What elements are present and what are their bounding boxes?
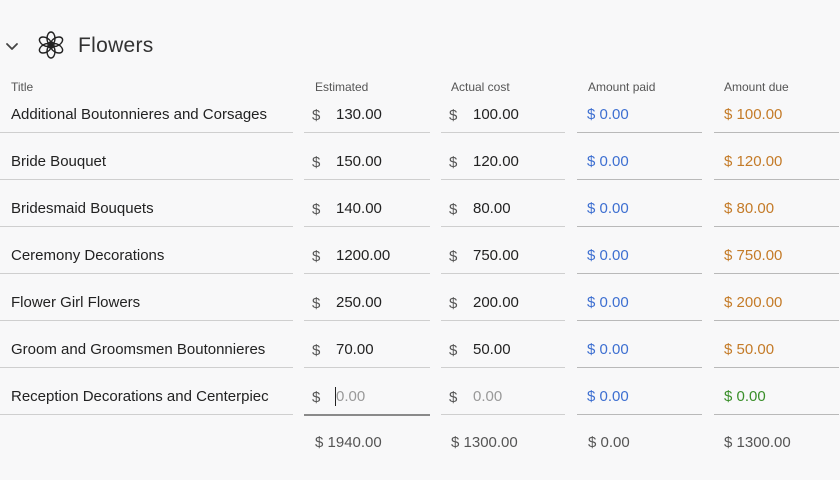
- estimated-input[interactable]: $150.00: [304, 147, 430, 180]
- title-field[interactable]: Bridesmaid Bouquets: [0, 194, 293, 227]
- column-header-title: Title: [11, 80, 34, 94]
- column-header-due: Amount due: [724, 80, 789, 94]
- column-header-actual: Actual cost: [451, 80, 510, 94]
- amount-due-value: $ 50.00: [714, 335, 839, 368]
- amount-paid-field[interactable]: $ 0.00: [577, 382, 702, 415]
- estimated-input[interactable]: $140.00: [304, 194, 430, 227]
- amount-due-value: $ 100.00: [714, 100, 839, 133]
- chevron-down-icon[interactable]: [4, 38, 20, 54]
- total-actual: $ 1300.00: [451, 434, 518, 451]
- amount-due-value: $ 200.00: [714, 288, 839, 321]
- title-field[interactable]: Additional Boutonnieres and Corsages: [0, 100, 293, 133]
- section-header: Flowers: [0, 28, 840, 68]
- amount-paid-field[interactable]: $ 0.00: [577, 288, 702, 321]
- total-due: $ 1300.00: [724, 434, 791, 451]
- column-header-paid: Amount paid: [588, 80, 656, 94]
- amount-due-value: $ 120.00: [714, 147, 839, 180]
- amount-due-value: $ 80.00: [714, 194, 839, 227]
- amount-paid-field[interactable]: $ 0.00: [577, 100, 702, 133]
- flower-icon: [38, 31, 64, 59]
- estimated-input[interactable]: $70.00: [304, 335, 430, 368]
- amount-paid-field[interactable]: $ 0.00: [577, 241, 702, 274]
- actual-cost-input[interactable]: $80.00: [441, 194, 565, 227]
- amount-due-value: $ 0.00: [714, 382, 839, 415]
- title-field[interactable]: Ceremony Decorations: [0, 241, 293, 274]
- actual-cost-input[interactable]: $200.00: [441, 288, 565, 321]
- actual-cost-input[interactable]: $750.00: [441, 241, 565, 274]
- amount-due-value: $ 750.00: [714, 241, 839, 274]
- amount-paid-field[interactable]: $ 0.00: [577, 194, 702, 227]
- title-field[interactable]: Groom and Groomsmen Boutonnieres: [0, 335, 293, 368]
- actual-cost-input[interactable]: $120.00: [441, 147, 565, 180]
- estimated-input[interactable]: $1200.00: [304, 241, 430, 274]
- section-title: Flowers: [78, 34, 154, 57]
- estimated-input[interactable]: $0.00: [304, 382, 430, 416]
- estimated-input[interactable]: $130.00: [304, 100, 430, 133]
- column-header-estimated: Estimated: [315, 80, 369, 94]
- actual-cost-input[interactable]: $0.00: [441, 382, 565, 415]
- actual-cost-input[interactable]: $100.00: [441, 100, 565, 133]
- estimated-input[interactable]: $250.00: [304, 288, 430, 321]
- title-field[interactable]: Bride Bouquet: [0, 147, 293, 180]
- title-field[interactable]: Reception Decorations and Centerpiec: [0, 382, 293, 415]
- title-field[interactable]: Flower Girl Flowers: [0, 288, 293, 321]
- amount-paid-field[interactable]: $ 0.00: [577, 335, 702, 368]
- amount-paid-field[interactable]: $ 0.00: [577, 147, 702, 180]
- actual-cost-input[interactable]: $50.00: [441, 335, 565, 368]
- total-estimated: $ 1940.00: [315, 434, 382, 451]
- total-paid: $ 0.00: [588, 434, 630, 451]
